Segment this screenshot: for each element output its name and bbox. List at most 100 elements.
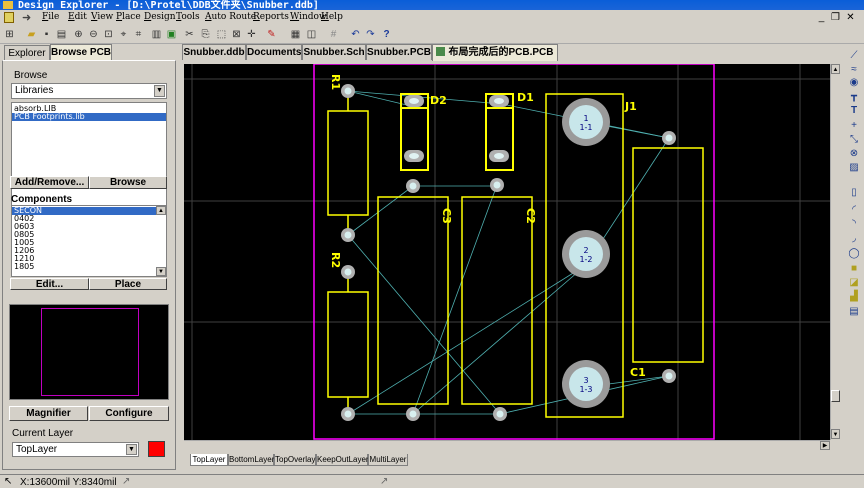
c2-outline[interactable] xyxy=(461,196,533,405)
coordinate-icon[interactable]: + xyxy=(848,120,860,132)
zoom-in-icon[interactable]: ⊕ xyxy=(72,28,85,41)
tree-icon[interactable]: ⊞ xyxy=(3,28,16,41)
j1-pad[interactable]: 21-2 xyxy=(562,230,610,278)
trace-icon[interactable]: ⟋ xyxy=(848,50,860,62)
pcb-canvas[interactable]: 1 1-1 2 1-2 3 1-3 R1 R2 D2 D1 C3 C2 J1 C1 xyxy=(184,64,830,440)
scroll-right-icon[interactable]: ▶ xyxy=(820,441,830,450)
move-icon[interactable]: ✛ xyxy=(245,28,258,41)
wire-icon[interactable]: ≈ xyxy=(848,64,860,76)
menu-help[interactable]: Help xyxy=(321,12,343,22)
print-icon[interactable]: ▤ xyxy=(55,28,68,41)
zoom-out-icon[interactable]: ⊖ xyxy=(87,28,100,41)
tab-explorer[interactable]: Explorer xyxy=(4,45,50,61)
mini-viewer[interactable] xyxy=(9,304,169,400)
tab-snubber-sch[interactable]: Snubber.Sch xyxy=(302,44,366,60)
vertical-scrollbar[interactable]: ▲ ▼ xyxy=(830,64,840,440)
diode-pad[interactable] xyxy=(404,150,424,162)
diode-pad[interactable] xyxy=(404,95,424,107)
fill-icon[interactable]: ■ xyxy=(848,263,860,275)
pcb-drawing[interactable]: 11-1 21-2 31-3 R1 R2 D2 D1 C3 C2 J1 C1 xyxy=(184,64,830,440)
tab-documents[interactable]: Documents xyxy=(246,44,302,60)
tab-layout-pcb[interactable]: 布局完成后的PCB.PCB xyxy=(432,44,558,61)
layer-tab-top[interactable]: TopLayer xyxy=(190,454,228,466)
component-item[interactable]: 1210 xyxy=(12,255,166,263)
menu-edit[interactable]: Edit xyxy=(68,12,87,22)
browse-select[interactable]: Libraries ▼ xyxy=(11,83,167,99)
close-icon[interactable]: ✕ xyxy=(845,12,856,24)
copy-paste-icon[interactable]: ▤ xyxy=(848,306,860,318)
chevron-down-icon[interactable]: ▼ xyxy=(126,444,137,455)
current-layer-select[interactable]: TopLayer ▼ xyxy=(12,442,139,457)
menu-design[interactable]: Design xyxy=(144,12,176,22)
component-icon[interactable]: ▣ xyxy=(165,28,178,41)
menu-reports[interactable]: Reports xyxy=(253,12,289,22)
split-plane-icon[interactable]: ▟ xyxy=(848,291,860,303)
r2-footprint[interactable] xyxy=(327,272,369,414)
cut-icon[interactable]: ✂ xyxy=(183,28,196,41)
pad-icon[interactable]: ◫ xyxy=(305,28,318,41)
arc-edge-icon[interactable]: ◝ xyxy=(848,218,860,230)
component-item[interactable]: SECON xyxy=(12,207,166,215)
layer-tab-keepout[interactable]: KeepOutLayer xyxy=(316,454,369,466)
menu-view[interactable]: View xyxy=(91,12,113,22)
scroll-up-icon[interactable]: ▲ xyxy=(831,64,840,74)
component-item[interactable]: 0603 xyxy=(12,223,166,231)
component-place-icon[interactable]: ▯ xyxy=(848,187,860,199)
pad[interactable] xyxy=(406,179,420,193)
menu-tools[interactable]: Tools xyxy=(176,12,200,22)
scroll-up-icon[interactable]: ▲ xyxy=(156,206,166,215)
arc-center-icon[interactable]: ◜ xyxy=(848,204,860,216)
j1-pad[interactable]: 11-1 xyxy=(562,98,610,146)
component-item[interactable]: 1206 xyxy=(12,247,166,255)
component-item[interactable]: 1005 xyxy=(12,239,166,247)
dimension-icon[interactable]: ⤡ xyxy=(848,134,860,146)
pad[interactable] xyxy=(662,369,676,383)
menu-doc-icon[interactable] xyxy=(4,12,14,23)
tab-snubber-ddb[interactable]: Snubber.ddb xyxy=(182,44,246,60)
scroll-thumb[interactable] xyxy=(831,390,840,402)
deselect-icon[interactable]: ⊠ xyxy=(230,28,243,41)
browse-3d-icon[interactable]: ▦ xyxy=(289,28,302,41)
open-folder-icon[interactable]: ▰ xyxy=(25,28,38,41)
select-rect-icon[interactable]: ⬚ xyxy=(215,28,228,41)
menu-auto-route[interactable]: Auto Route xyxy=(205,12,256,22)
menu-file[interactable]: File xyxy=(42,12,59,22)
layer-tab-bottom[interactable]: BottomLayer xyxy=(228,454,274,466)
diode-pad[interactable] xyxy=(489,150,509,162)
place-button[interactable]: Place xyxy=(89,278,167,290)
menu-arrow-icon[interactable]: ➜ xyxy=(22,11,31,24)
pad[interactable] xyxy=(662,131,676,145)
configure-button[interactable]: Configure xyxy=(89,406,169,421)
c1-outline[interactable] xyxy=(632,147,704,363)
tab-snubber-pcb[interactable]: Snubber.PCB xyxy=(366,44,432,60)
arc-any-icon[interactable]: ◞ xyxy=(848,233,860,245)
component-item[interactable]: 0805 xyxy=(12,231,166,239)
copy-icon[interactable]: ⎘ xyxy=(199,28,212,41)
pad[interactable] xyxy=(341,228,355,242)
origin-icon[interactable]: ⊗ xyxy=(848,148,860,160)
scroll-down-icon[interactable]: ▼ xyxy=(831,429,840,439)
redo-icon[interactable]: ↷ xyxy=(364,28,377,41)
polygon-icon[interactable]: ◪ xyxy=(848,277,860,289)
component-item[interactable]: 1805 xyxy=(12,263,166,271)
component-item[interactable]: 0402 xyxy=(12,215,166,223)
pad[interactable] xyxy=(341,407,355,421)
library-item[interactable]: PCB Footprints.lib xyxy=(12,113,166,121)
layer-tab-multi[interactable]: MultiLayer xyxy=(368,454,408,466)
j1-pad[interactable]: 31-3 xyxy=(562,360,610,408)
r1-footprint[interactable] xyxy=(327,91,369,235)
room-icon[interactable]: ▨ xyxy=(848,162,860,174)
zoom-area-icon[interactable]: ⊡ xyxy=(102,28,115,41)
string-icon[interactable]: T xyxy=(848,105,860,117)
pad[interactable] xyxy=(490,178,504,192)
pad[interactable] xyxy=(341,265,355,279)
tab-browse-pcb[interactable]: Browse PCB xyxy=(50,44,112,61)
components-list[interactable]: SECON 0402 0603 0805 1005 1206 1210 1805 ▲ ▼ xyxy=(11,205,167,277)
pad[interactable] xyxy=(493,407,507,421)
pad[interactable] xyxy=(341,84,355,98)
magnifier-button[interactable]: Magnifier xyxy=(9,406,88,421)
edit-button[interactable]: Edit... xyxy=(10,278,89,290)
zoom-all-icon[interactable]: ⌗ xyxy=(132,28,145,41)
save-icon[interactable]: ▪ xyxy=(40,28,53,41)
menu-place[interactable]: Place xyxy=(116,12,141,22)
